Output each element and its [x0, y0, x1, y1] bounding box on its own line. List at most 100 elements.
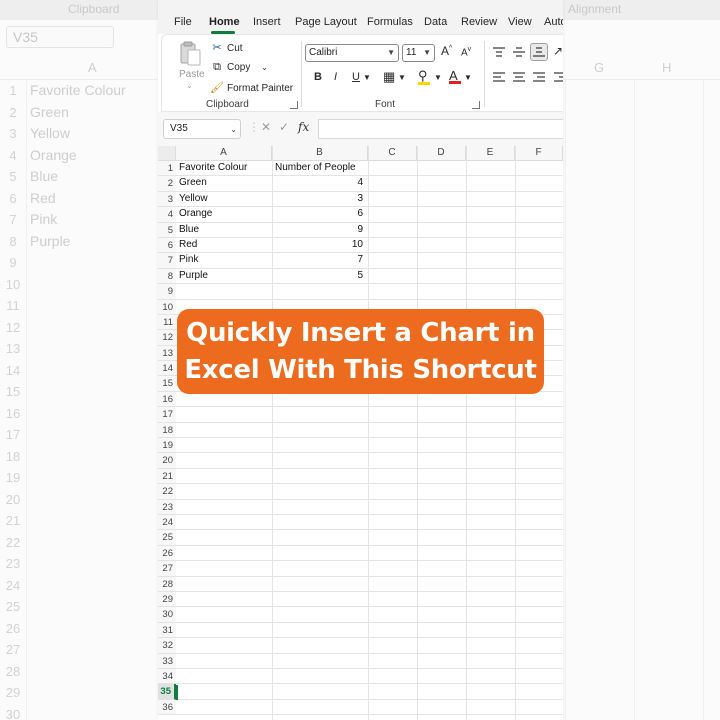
header-cell-favorite-colour[interactable]: Favorite Colour — [179, 161, 247, 175]
tab-data[interactable]: Data — [424, 16, 447, 28]
column-header-b[interactable]: B — [272, 146, 368, 160]
row-header[interactable]: 25 — [158, 530, 176, 546]
font-family-select[interactable]: Calibri ▼ — [305, 44, 399, 62]
font-color-icon[interactable]: A — [449, 68, 461, 84]
table-row[interactable] — [176, 638, 563, 654]
column-header-c[interactable]: C — [368, 146, 417, 160]
tab-file[interactable]: File — [174, 16, 192, 28]
row-header[interactable]: 21 — [158, 468, 176, 485]
row-header[interactable]: 32 — [158, 638, 176, 654]
table-row[interactable] — [176, 407, 563, 423]
table-row[interactable] — [176, 284, 563, 300]
table-row[interactable] — [176, 438, 563, 454]
cancel-icon[interactable]: ✕ — [261, 120, 271, 134]
orientation-icon[interactable]: ↗ — [553, 44, 563, 58]
row-header[interactable]: 3 — [158, 191, 176, 208]
tab-formulas[interactable]: Formulas — [367, 16, 413, 28]
fill-color-icon[interactable]: ⚲ — [418, 68, 430, 85]
format-painter-button[interactable]: 🖌 Format Painter — [210, 81, 293, 94]
decrease-indent-icon[interactable] — [553, 71, 563, 83]
table-row[interactable] — [176, 623, 563, 639]
row-header[interactable]: 35 — [158, 684, 176, 700]
table-row[interactable]: Green 4 — [176, 176, 563, 192]
align-center-icon[interactable] — [512, 71, 526, 83]
underline-button[interactable]: U — [352, 71, 360, 83]
row-header[interactable]: 36 — [158, 699, 176, 716]
row-header[interactable]: 15 — [158, 376, 176, 392]
table-row[interactable] — [176, 607, 563, 623]
row-header[interactable]: 22 — [158, 484, 176, 500]
row-header[interactable]: 6 — [158, 237, 176, 254]
paste-dropdown-icon[interactable]: ⌄ — [186, 81, 193, 90]
borders-dropdown-icon[interactable]: ▼ — [398, 73, 406, 82]
underline-dropdown-icon[interactable]: ▼ — [363, 73, 371, 82]
row-header[interactable]: 4 — [158, 207, 176, 223]
cell-count[interactable]: 10 — [272, 238, 363, 252]
table-row[interactable]: Purple 5 — [176, 269, 563, 285]
cell-colour[interactable]: Yellow — [179, 192, 208, 206]
cell-colour[interactable]: Red — [179, 238, 197, 252]
table-row[interactable] — [176, 392, 563, 408]
row-header[interactable]: 33 — [158, 653, 176, 669]
copy-dropdown-icon[interactable]: ⌄ — [261, 63, 268, 72]
table-row[interactable]: Yellow 3 — [176, 192, 563, 208]
row-header[interactable]: 13 — [158, 345, 176, 362]
row-header[interactable]: 5 — [158, 222, 176, 238]
row-header[interactable]: 2 — [158, 176, 176, 192]
table-row[interactable] — [176, 592, 563, 608]
align-top-icon[interactable] — [492, 46, 506, 58]
table-row[interactable] — [176, 453, 563, 469]
name-box[interactable]: V35 ⌄ — [163, 119, 241, 139]
row-header[interactable]: 30 — [158, 607, 176, 623]
cell-count[interactable]: 7 — [272, 253, 363, 267]
row-header[interactable]: 18 — [158, 422, 176, 439]
insert-function-button[interactable]: fx — [298, 120, 309, 134]
cell-colour[interactable]: Purple — [179, 269, 208, 283]
worksheet-grid[interactable]: A B C D E F 1 2 3 4 5 6 7 8 9 10 11 12 13 14 15 16 17 18 1… — [158, 146, 563, 720]
fill-color-dropdown-icon[interactable]: ▼ — [434, 73, 442, 82]
cell-count[interactable]: 4 — [272, 176, 363, 190]
table-row[interactable]: Red 10 — [176, 238, 563, 254]
row-header[interactable]: 26 — [158, 545, 176, 562]
cell-count[interactable]: 9 — [272, 223, 363, 237]
row-header[interactable]: 8 — [158, 268, 176, 285]
cut-button[interactable]: ✂ Cut — [210, 41, 242, 54]
column-header-d[interactable]: D — [417, 146, 466, 160]
row-header[interactable]: 29 — [158, 591, 176, 608]
table-row[interactable]: Orange 6 — [176, 207, 563, 223]
font-color-dropdown-icon[interactable]: ▼ — [464, 73, 472, 82]
align-left-icon[interactable] — [492, 71, 506, 83]
copy-button[interactable]: ⧉ Copy ⌄ — [210, 61, 268, 74]
table-row[interactable] — [176, 484, 563, 500]
align-bottom-icon[interactable] — [532, 46, 546, 58]
row-header[interactable]: 14 — [158, 361, 176, 377]
clipboard-launcher-icon[interactable] — [290, 101, 298, 109]
bold-button[interactable]: B — [314, 71, 322, 83]
table-row[interactable] — [176, 577, 563, 592]
tab-automate[interactable]: Auto — [544, 16, 563, 28]
column-header-e[interactable]: E — [466, 146, 515, 160]
tab-home[interactable]: Home — [209, 16, 240, 28]
paste-button[interactable]: Paste — [179, 69, 205, 80]
row-header[interactable]: 34 — [158, 668, 176, 685]
tab-page-layout[interactable]: Page Layout — [295, 16, 357, 28]
table-row[interactable] — [176, 515, 563, 531]
table-row[interactable] — [176, 684, 563, 700]
row-header[interactable]: 28 — [158, 576, 176, 592]
increase-font-size-icon[interactable]: A^ — [441, 44, 452, 58]
cell-count[interactable]: 3 — [272, 192, 363, 206]
italic-button[interactable]: I — [334, 71, 337, 83]
select-all-corner[interactable] — [158, 146, 176, 160]
cell-colour[interactable]: Blue — [179, 223, 199, 237]
table-row[interactable] — [176, 530, 563, 546]
row-header[interactable]: 7 — [158, 253, 176, 269]
row-header[interactable]: 16 — [158, 391, 176, 408]
cell-colour[interactable]: Pink — [179, 253, 198, 267]
tab-insert[interactable]: Insert — [253, 16, 281, 28]
cell-colour[interactable]: Green — [179, 176, 207, 190]
table-row[interactable] — [176, 500, 563, 515]
table-row[interactable] — [176, 469, 563, 485]
table-row[interactable] — [176, 561, 563, 577]
row-header[interactable]: 11 — [158, 314, 176, 331]
table-row[interactable] — [176, 700, 563, 716]
